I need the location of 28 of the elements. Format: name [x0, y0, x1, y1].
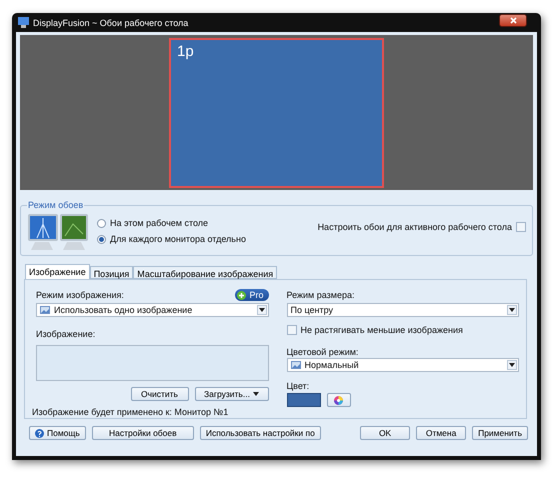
- footer-button[interactable]: Отмена: [416, 426, 466, 440]
- tab[interactable]: Позиция: [90, 266, 134, 279]
- checkbox-label: Настроить обои для активного рабочего стола: [318, 222, 512, 232]
- field-label: Режим размера:: [286, 290, 354, 300]
- field-label: Изображение:: [36, 329, 96, 339]
- window-title: DisplayFusion ~ Обои рабочего стола: [33, 18, 190, 28]
- footer-button[interactable]: OK: [360, 426, 410, 440]
- monitor-tile[interactable]: 1p: [169, 38, 384, 188]
- tab[interactable]: Изображение: [25, 264, 90, 279]
- clear-button[interactable]: Очистить: [130, 387, 188, 401]
- field-label: Цветовой режим:: [286, 347, 360, 357]
- pro-badge[interactable]: Pro: [235, 289, 268, 301]
- size-mode-dropdown[interactable]: По центру: [286, 303, 519, 317]
- footer-button[interactable]: Применить: [472, 426, 528, 440]
- color-mode-dropdown[interactable]: Нормальный: [286, 358, 519, 372]
- checkbox-label: Не растягивать меньшие изображения: [300, 325, 463, 335]
- image-mode-dropdown[interactable]: Использовать одно изображение: [36, 303, 268, 317]
- load-button[interactable]: Загрузить...: [194, 387, 268, 401]
- radio-label: Для каждого монитора отдельно: [110, 234, 246, 244]
- field-label: Режим изображения:: [36, 290, 124, 300]
- field-label: Цвет:: [286, 381, 310, 391]
- footer-button[interactable]: Настройки обоев: [92, 426, 194, 440]
- group-title: Режим обоев: [27, 200, 84, 210]
- radio-label: На этом рабочем столе: [110, 218, 208, 228]
- footer-button[interactable]: Использовать настройки по: [200, 426, 321, 440]
- tab[interactable]: Масштабирование изображения: [133, 266, 278, 279]
- applied-note: Изображение будет применено к: Монитор №1: [32, 407, 230, 417]
- help-button[interactable]: Помощь: [29, 426, 86, 440]
